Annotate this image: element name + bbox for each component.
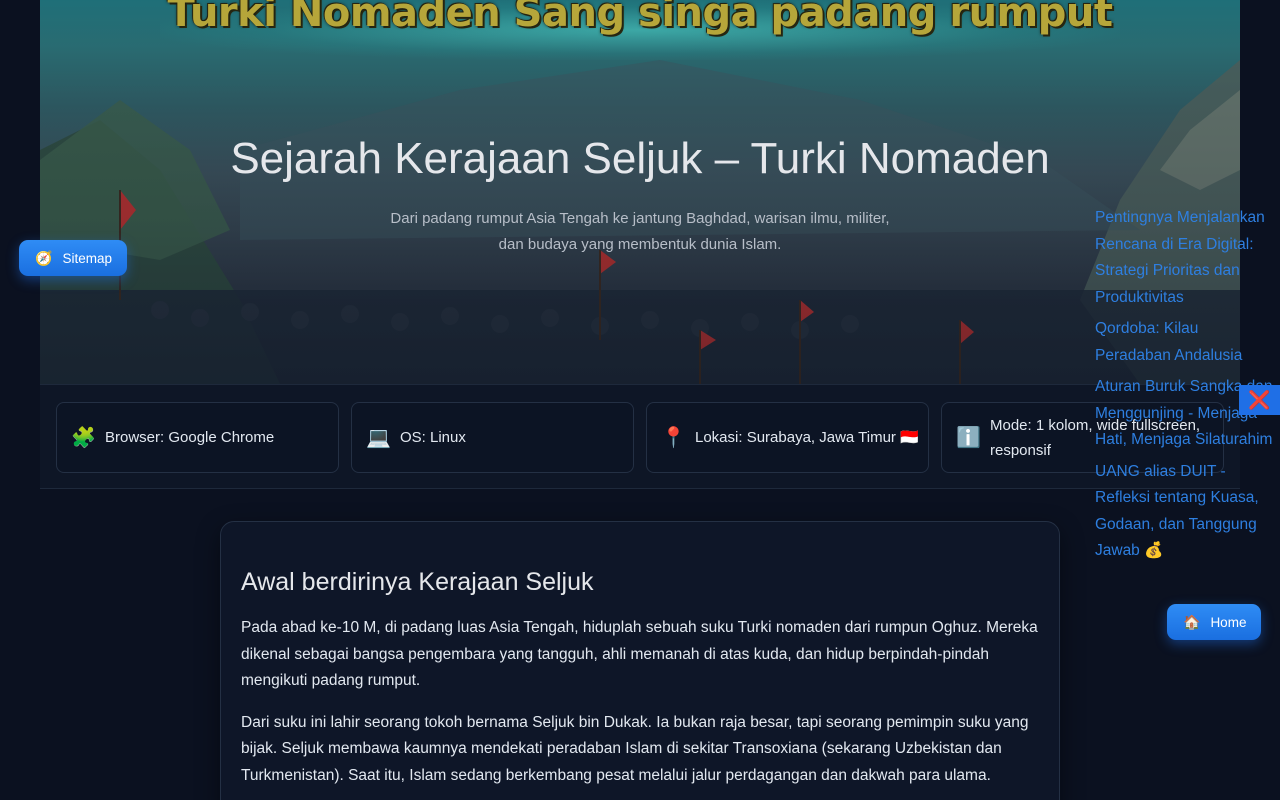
page-title: Sejarah Kerajaan Seljuk – Turki Nomaden [230, 134, 1050, 183]
page-subtitle: Dari padang rumput Asia Tengah ke jantun… [390, 210, 890, 253]
puzzle-icon: 🧩 [71, 427, 96, 449]
info-card-text: Lokasi: Surabaya, Jawa Timur 🇮🇩 [695, 429, 919, 446]
hero-banner-text: Turki Nomaden Sang singa padang rumput [167, 0, 1113, 36]
house-icon: 🏠 [1183, 613, 1201, 630]
sitemap-label: Sitemap [62, 250, 112, 266]
compass-icon: 🧭 [35, 249, 53, 266]
info-card-os: 💻 OS: Linux [351, 402, 634, 473]
related-link[interactable]: Qordoba: Kilau Peradaban Andalusia [1095, 316, 1275, 369]
info-card-browser: 🧩 Browser: Google Chrome [56, 402, 339, 473]
info-card-location: 📍 Lokasi: Surabaya, Jawa Timur 🇮🇩 [646, 402, 929, 473]
article-heading: Awal berdirinya Kerajaan Seljuk [241, 568, 594, 596]
close-icon: ❌ [1248, 389, 1271, 410]
sitemap-button[interactable]: 🧭 Sitemap [19, 240, 127, 276]
related-link[interactable]: UANG alias DUIT - Refleksi tentang Kuasa… [1095, 459, 1275, 565]
hero-overlay [40, 0, 1240, 384]
article-paragraph: Dari suku ini lahir seorang tokoh bernam… [241, 713, 1029, 784]
laptop-icon: 💻 [366, 427, 391, 449]
close-sidebar-button[interactable]: ❌ [1239, 385, 1280, 415]
pin-icon: 📍 [661, 427, 686, 449]
article-paragraph: Pada abad ke-10 M, di padang luas Asia T… [241, 619, 1038, 689]
info-strip: 🧩 Browser: Google Chrome 💻 OS: Linux 📍 L… [40, 384, 1240, 489]
related-link[interactable]: Pentingnya Menjalankan Rencana di Era Di… [1095, 205, 1275, 311]
home-button[interactable]: 🏠 Home [1167, 604, 1261, 640]
article-card: Awal berdirinya Kerajaan Seljuk Pada aba… [220, 521, 1060, 800]
info-icon: ℹ️ [956, 427, 981, 449]
info-card-text: Browser: Google Chrome [105, 429, 275, 446]
hero-section: Turki Nomaden Sang singa padang rumput S… [40, 0, 1240, 384]
info-card-text: OS: Linux [400, 429, 466, 446]
home-label: Home [1210, 614, 1247, 630]
